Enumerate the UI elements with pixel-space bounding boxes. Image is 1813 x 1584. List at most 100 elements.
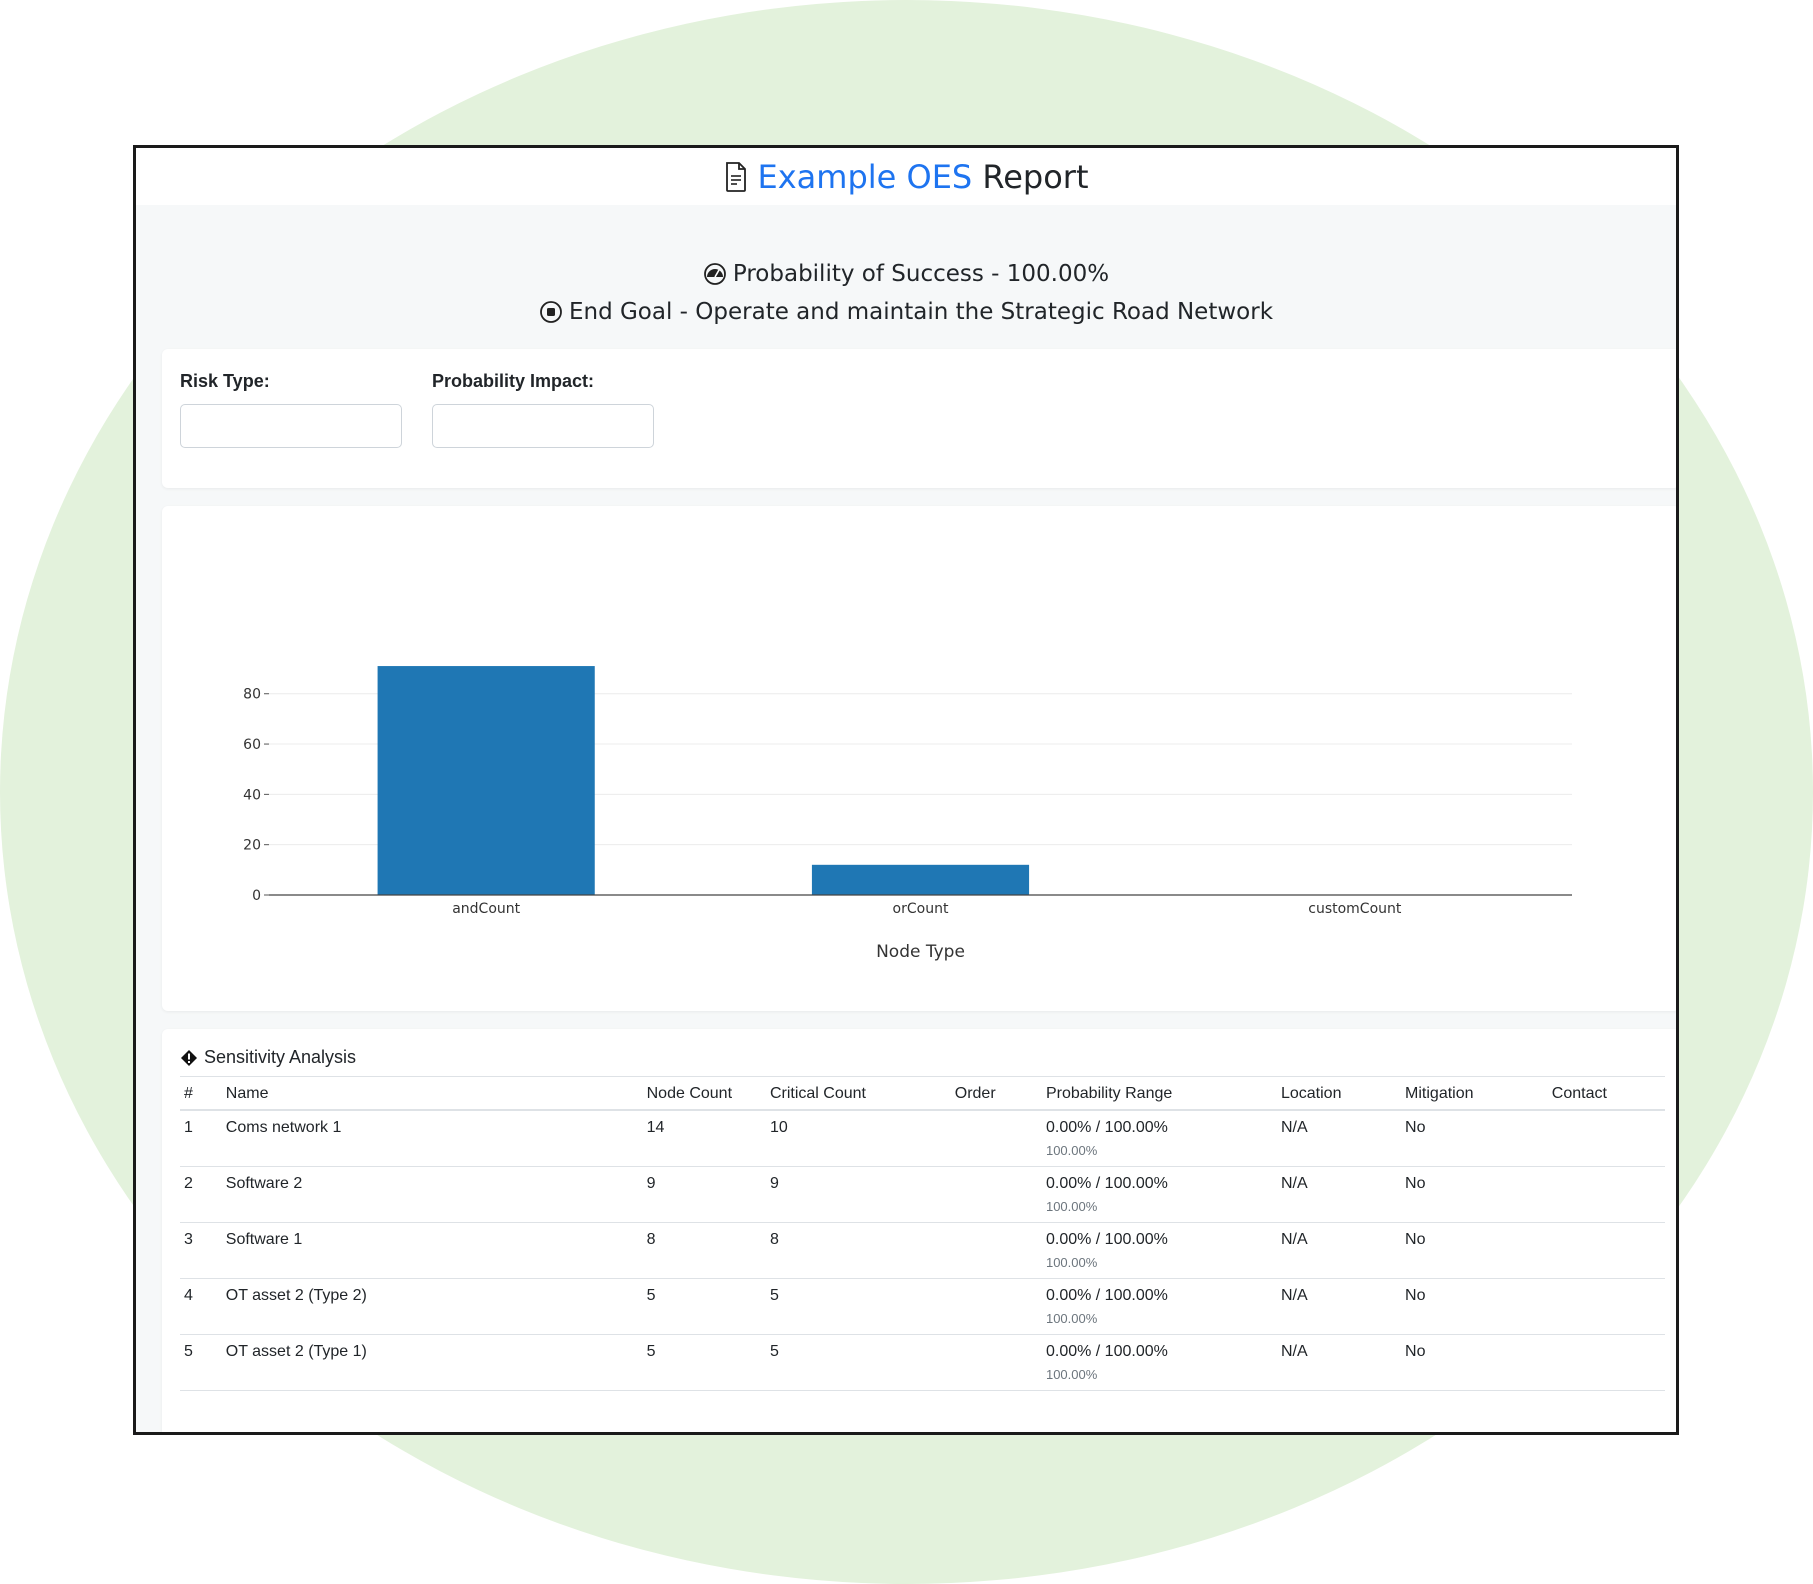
- cell-location: N/A: [1276, 1222, 1402, 1279]
- probability-line: Probability of Success - 100.00%: [136, 255, 1676, 293]
- table-header-row: # Name Node Count Critical Count Order Probab…: [180, 1076, 1665, 1111]
- cell-critical-count: 5: [765, 1334, 951, 1391]
- cell-range: 0.00% / 100.00% 100.00%: [1041, 1110, 1277, 1167]
- y-tick-label: 0: [252, 888, 261, 904]
- table-row: 2 Software 2 9 9 0.00% / 100.00% 100.00% N/A No: [180, 1166, 1665, 1223]
- column-header: Order: [950, 1076, 1042, 1111]
- probability-range-value: 0.00% / 100.00%: [1045, 1175, 1168, 1192]
- column-header: Contact: [1547, 1076, 1665, 1111]
- column-header: Mitigation: [1401, 1076, 1548, 1111]
- cell-mitigation: No: [1401, 1110, 1548, 1167]
- column-header: #: [180, 1076, 222, 1111]
- probability-impact-label: Probability Impact:: [432, 371, 595, 391]
- sensitivity-table: # Name Node Count Critical Count Order Probab…: [180, 1076, 1665, 1391]
- cell-critical-count: 5: [765, 1278, 951, 1335]
- page-title: Example OES Report: [758, 161, 1089, 193]
- cell-order: [950, 1222, 1042, 1279]
- risk-type-filter: Risk Type:: [180, 371, 402, 488]
- probability-text: Probability of Success - 100.00%: [732, 261, 1110, 287]
- cell-contact: [1547, 1110, 1665, 1167]
- column-header: Location: [1276, 1076, 1402, 1111]
- gauge-icon: [703, 263, 726, 285]
- risk-type-select[interactable]: [180, 404, 402, 448]
- sensitivity-title: Sensitivity Analysis: [204, 1047, 357, 1067]
- chart-card: 0 20 40 60 80 andCount orCount customCount Node …: [162, 506, 1676, 1011]
- cell-contact: [1547, 1222, 1665, 1279]
- cell-contact: [1547, 1166, 1665, 1223]
- x-tick-label: andCount: [452, 901, 520, 917]
- document-icon: [725, 161, 746, 192]
- probability-range-value: 0.00% / 100.00%: [1045, 1119, 1168, 1136]
- probability-range-value: 0.00% / 100.00%: [1045, 1343, 1168, 1360]
- cell-location: N/A: [1276, 1110, 1402, 1167]
- page-title-rest: Report: [982, 157, 1089, 196]
- probability-range-value: 0.00% / 100.00%: [1045, 1287, 1168, 1304]
- bar-andCount: [377, 666, 595, 895]
- probability-range-sub: 100.00%: [1045, 1255, 1098, 1270]
- cell-num: 4: [180, 1278, 222, 1335]
- stop-circle-icon: [540, 301, 562, 323]
- report-window: Example OES Report Probability of Succes…: [133, 145, 1679, 1435]
- probability-range-sub: 100.00%: [1045, 1367, 1098, 1382]
- probability-impact-filter: Probability Impact:: [432, 371, 654, 488]
- probability-range-value: 0.00% / 100.00%: [1045, 1231, 1168, 1248]
- probability-impact-select[interactable]: [432, 404, 654, 448]
- y-tick-label: 80: [243, 687, 261, 703]
- cell-name: OT asset 2 (Type 2): [221, 1278, 643, 1335]
- page-title-accent: Example OES: [757, 157, 973, 196]
- table-row: 1 Coms network 1 14 10 0.00% / 100.00% 100.00…: [180, 1110, 1665, 1167]
- x-tick-label: orCount: [893, 901, 949, 917]
- cell-range: 0.00% / 100.00% 100.00%: [1041, 1166, 1277, 1223]
- y-tick-label: 60: [243, 737, 261, 753]
- sensitivity-card: Sensitivity Analysis # Name Node Count Crit…: [162, 1029, 1676, 1432]
- cell-num: 3: [180, 1222, 222, 1279]
- risk-type-label: Risk Type:: [180, 371, 270, 391]
- cell-location: N/A: [1276, 1166, 1402, 1223]
- sensitivity-header: Sensitivity Analysis: [180, 1047, 1662, 1068]
- cell-order: [950, 1110, 1042, 1167]
- bar-orCount: [811, 864, 1030, 895]
- cell-mitigation: No: [1401, 1166, 1548, 1223]
- probability-range-sub: 100.00%: [1045, 1311, 1098, 1326]
- report-content: Risk Type: Probability Impact: 0 20 40 60 80…: [136, 349, 1676, 1432]
- table-row: 5 OT asset 2 (Type 1) 5 5 0.00% / 100.00% 100…: [180, 1334, 1665, 1391]
- summary-section: Probability of Success - 100.00% End Goa…: [136, 205, 1676, 349]
- filter-card: Risk Type: Probability Impact:: [162, 349, 1676, 488]
- goal-text: End Goal - Operate and maintain the Stra…: [568, 299, 1274, 325]
- diamond-exclamation-icon: [181, 1049, 197, 1066]
- cell-contact: [1547, 1278, 1665, 1335]
- y-tick-label: 20: [243, 838, 261, 854]
- cell-name: Software 1: [221, 1222, 643, 1279]
- node-type-chart: 0 20 40 60 80 andCount orCount customCount Node …: [243, 666, 1572, 962]
- x-axis-title: Node Type: [876, 942, 965, 962]
- table-row: 4 OT asset 2 (Type 2) 5 5 0.00% / 100.00% 100…: [180, 1278, 1665, 1335]
- cell-num: 5: [180, 1334, 222, 1391]
- goal-line: End Goal - Operate and maintain the Stra…: [136, 293, 1676, 331]
- cell-order: [950, 1334, 1042, 1391]
- cell-node-count: 14: [642, 1110, 766, 1167]
- probability-range-sub: 100.00%: [1045, 1143, 1098, 1158]
- table-row: 3 Software 1 8 8 0.00% / 100.00% 100.00% N/A No: [180, 1222, 1665, 1279]
- cell-node-count: 5: [642, 1334, 766, 1391]
- probability-range-sub: 100.00%: [1045, 1199, 1098, 1214]
- cell-num: 1: [180, 1110, 222, 1167]
- cell-node-count: 8: [642, 1222, 766, 1279]
- cell-mitigation: No: [1401, 1278, 1548, 1335]
- cell-contact: [1547, 1334, 1665, 1391]
- report-header: Example OES Report: [136, 148, 1676, 205]
- cell-node-count: 5: [642, 1278, 766, 1335]
- cell-range: 0.00% / 100.00% 100.00%: [1041, 1222, 1277, 1279]
- cell-location: N/A: [1276, 1278, 1402, 1335]
- y-tick-label: 40: [243, 787, 261, 803]
- cell-range: 0.00% / 100.00% 100.00%: [1041, 1278, 1277, 1335]
- cell-name: Software 2: [221, 1166, 643, 1223]
- cell-critical-count: 8: [765, 1222, 951, 1279]
- cell-order: [950, 1166, 1042, 1223]
- cell-critical-count: 9: [765, 1166, 951, 1223]
- cell-range: 0.00% / 100.00% 100.00%: [1041, 1334, 1277, 1391]
- cell-node-count: 9: [642, 1166, 766, 1223]
- cell-location: N/A: [1276, 1334, 1402, 1391]
- cell-mitigation: No: [1401, 1334, 1548, 1391]
- cell-order: [950, 1278, 1042, 1335]
- cell-name: Coms network 1: [221, 1110, 643, 1167]
